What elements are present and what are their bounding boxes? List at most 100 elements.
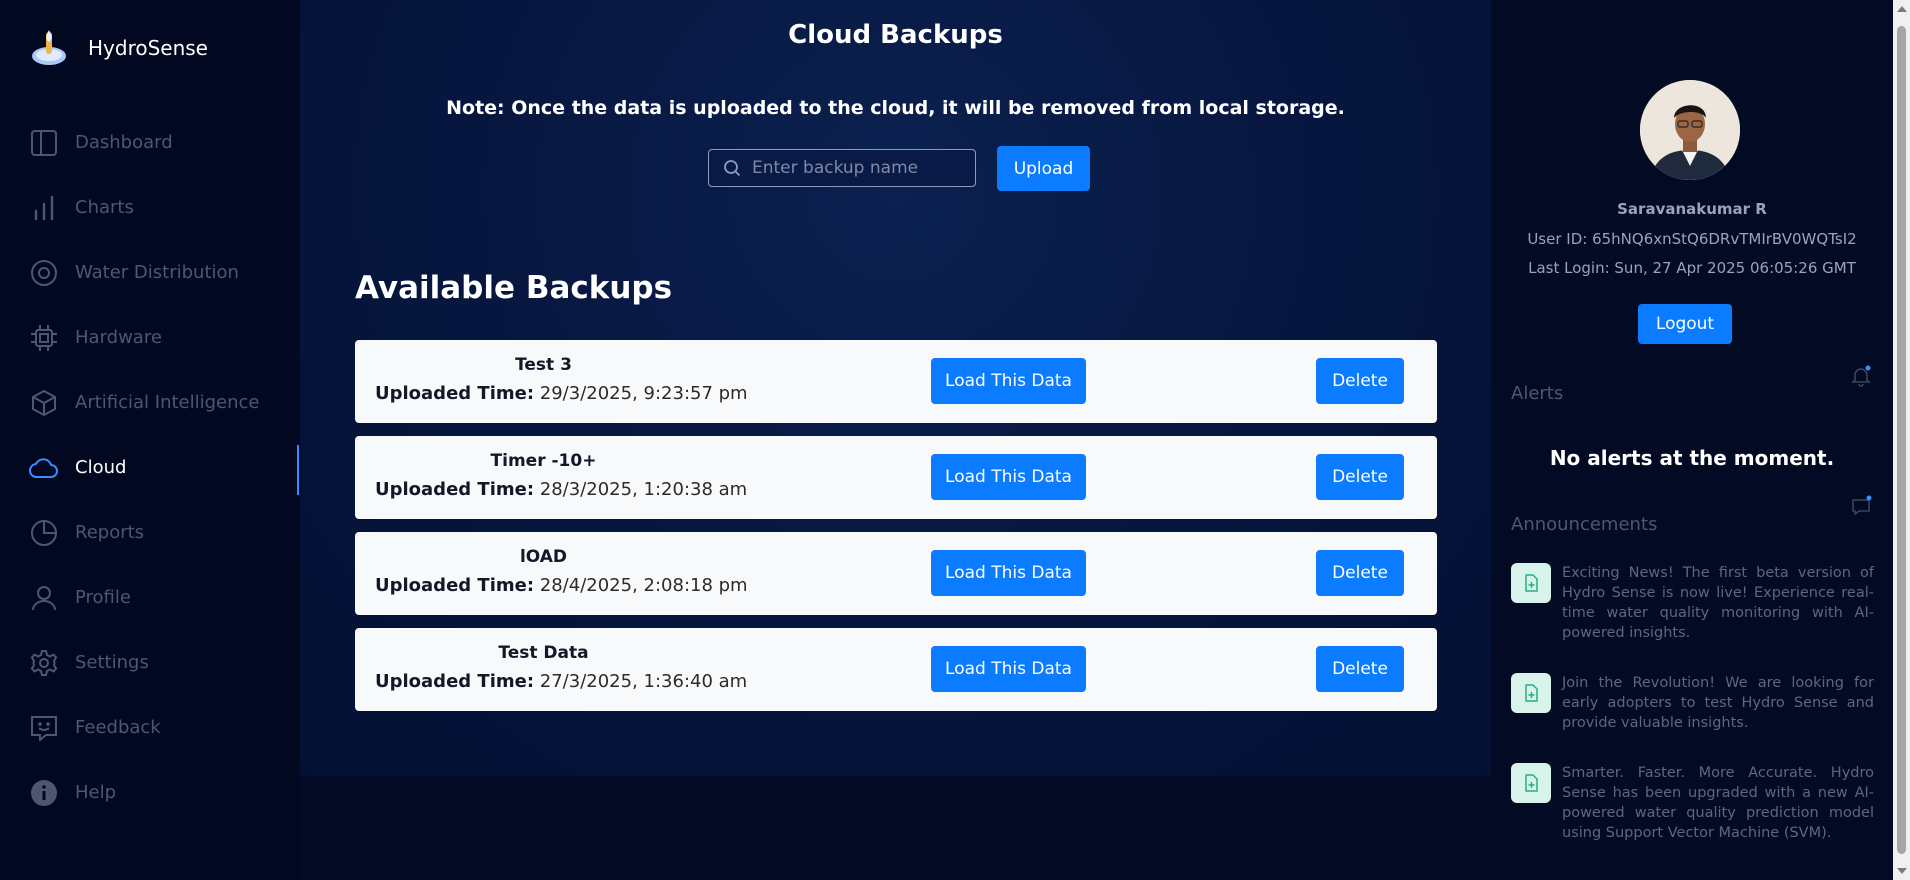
sidebar-item-label: Settings: [75, 652, 149, 673]
announcement-item: Exciting News! The first beta version of…: [1511, 563, 1874, 663]
upload-button[interactable]: Upload: [997, 146, 1090, 191]
sidebar-item-label: Water Distribution: [75, 262, 239, 283]
sidebar-item-label: Artificial Intelligence: [75, 392, 260, 413]
uploaded-time-value: 28/3/2025, 1:20:38 am: [539, 479, 748, 500]
delete-button[interactable]: Delete: [1316, 550, 1404, 596]
sidebar-item-label: Reports: [75, 522, 145, 543]
sidebar-item-label: Feedback: [75, 717, 161, 738]
sidebar-item-feedback[interactable]: Feedback: [0, 695, 299, 760]
alerts-title: Alerts: [1511, 383, 1564, 404]
search-icon: [724, 160, 741, 177]
announcement-text: Smarter. Faster. More Accurate. Hydro Se…: [1562, 765, 1874, 841]
backup-uploaded-time: Uploaded Time: 28/4/2025, 2:08:18 pm: [375, 575, 748, 596]
load-data-button[interactable]: Load This Data: [931, 358, 1086, 404]
backup-card: Test Data Uploaded Time: 27/3/2025, 1:36…: [355, 628, 1437, 711]
announcement-text: Join the Revolution! We are looking for …: [1562, 675, 1874, 731]
avatar[interactable]: [1640, 80, 1740, 180]
hydrosense-logo-icon: [32, 30, 66, 65]
sidebar-item-label: Hardware: [75, 327, 162, 348]
backup-card: lOAD Uploaded Time: 28/4/2025, 2:08:18 p…: [355, 532, 1437, 615]
announcements-list: Exciting News! The first beta version of…: [1511, 563, 1874, 853]
target-icon: [29, 258, 59, 288]
sidebar: HydroSense Dashboard Charts Water Distri…: [0, 0, 299, 880]
cloud-note: Note: Once the data is uploaded to the c…: [446, 97, 1345, 119]
user-id: User ID: 65hNQ6xnStQ6DRvTMIrBV0WQTsI2: [1527, 230, 1857, 248]
sidebar-item-charts[interactable]: Charts: [0, 175, 299, 240]
backup-card: Timer -10+ Uploaded Time: 28/3/2025, 1:2…: [355, 436, 1437, 519]
cube-icon: [29, 388, 59, 418]
announcement-item: Join the Revolution! We are looking for …: [1511, 673, 1874, 753]
sidebar-item-label: Help: [75, 782, 117, 803]
app-name: HydroSense: [88, 36, 208, 60]
backup-name: Test Data: [498, 643, 589, 663]
sidebar-item-help[interactable]: Help: [0, 760, 299, 825]
sidebar-item-artificial-intelligence[interactable]: Artificial Intelligence: [0, 370, 299, 435]
uploaded-time-label: Uploaded Time:: [375, 479, 535, 500]
announcements-title: Announcements: [1511, 514, 1658, 535]
sidebar-item-cloud[interactable]: Cloud: [0, 435, 299, 500]
scroll-down-arrow-icon[interactable]: [1897, 868, 1907, 874]
info-icon: [29, 778, 59, 808]
sidebar-item-hardware[interactable]: Hardware: [0, 305, 299, 370]
user-name: Saravanakumar R: [1617, 200, 1767, 218]
backup-name: lOAD: [519, 547, 568, 567]
feedback-icon: [29, 713, 59, 743]
document-plus-icon: [1511, 563, 1551, 603]
delete-button[interactable]: Delete: [1316, 358, 1404, 404]
load-data-button[interactable]: Load This Data: [931, 550, 1086, 596]
pie-chart-icon: [29, 518, 59, 548]
bar-chart-icon: [29, 193, 59, 223]
delete-button[interactable]: Delete: [1316, 454, 1404, 500]
sidebar-item-dashboard[interactable]: Dashboard: [0, 110, 299, 175]
bell-icon[interactable]: [1850, 365, 1872, 387]
announcement-item: Smarter. Faster. More Accurate. Hydro Se…: [1511, 763, 1874, 843]
sidebar-item-water-distribution[interactable]: Water Distribution: [0, 240, 299, 305]
uploaded-time-label: Uploaded Time:: [375, 383, 535, 404]
uploaded-time-label: Uploaded Time:: [375, 575, 535, 596]
scroll-thumb[interactable]: [1897, 26, 1906, 854]
logout-button[interactable]: Logout: [1638, 304, 1732, 344]
dashboard-icon: [29, 128, 59, 158]
main-content: Cloud Backups Note: Once the data is upl…: [300, 0, 1491, 776]
gear-icon: [29, 648, 59, 678]
backup-uploaded-time: Uploaded Time: 29/3/2025, 9:23:57 pm: [375, 383, 748, 404]
backup-name: Timer -10+: [490, 451, 597, 471]
no-alerts-message: No alerts at the moment.: [1549, 446, 1835, 470]
page-scrollbar[interactable]: [1893, 0, 1910, 880]
cpu-chip-icon: [29, 323, 59, 353]
sidebar-item-reports[interactable]: Reports: [0, 500, 299, 565]
load-data-button[interactable]: Load This Data: [931, 646, 1086, 692]
sidebar-item-settings[interactable]: Settings: [0, 630, 299, 695]
document-plus-icon: [1511, 763, 1551, 803]
last-login: Last Login: Sun, 27 Apr 2025 06:05:26 GM…: [1528, 259, 1856, 277]
uploaded-time-label: Uploaded Time:: [375, 671, 535, 692]
backup-name-field[interactable]: [708, 149, 976, 187]
scroll-up-arrow-icon[interactable]: [1897, 6, 1907, 12]
backup-name: Test 3: [515, 355, 572, 375]
profile-panel: Saravanakumar R User ID: 65hNQ6xnStQ6DRv…: [1491, 0, 1893, 880]
user-icon: [29, 583, 59, 613]
chat-icon[interactable]: [1850, 495, 1872, 517]
announcement-text: Exciting News! The first beta version of…: [1562, 565, 1874, 641]
uploaded-time-value: 28/4/2025, 2:08:18 pm: [539, 575, 748, 596]
backup-card: Test 3 Uploaded Time: 29/3/2025, 9:23:57…: [355, 340, 1437, 423]
sidebar-nav: Dashboard Charts Water Distribution Hard…: [0, 110, 299, 825]
backup-list: Test 3 Uploaded Time: 29/3/2025, 9:23:57…: [355, 340, 1437, 724]
available-backups-title: Available Backups: [355, 270, 673, 306]
uploaded-time-value: 27/3/2025, 1:36:40 am: [539, 671, 748, 692]
sidebar-item-profile[interactable]: Profile: [0, 565, 299, 630]
sidebar-item-label: Dashboard: [75, 132, 173, 153]
backup-name-input[interactable]: [750, 157, 974, 179]
sidebar-item-label: Profile: [75, 587, 131, 608]
delete-button[interactable]: Delete: [1316, 646, 1404, 692]
backup-uploaded-time: Uploaded Time: 28/3/2025, 1:20:38 am: [375, 479, 747, 500]
sidebar-item-label: Cloud: [75, 457, 127, 478]
brand[interactable]: HydroSense: [29, 28, 208, 68]
cloud-icon: [29, 453, 59, 483]
document-plus-icon: [1511, 673, 1551, 713]
sidebar-item-label: Charts: [75, 197, 134, 218]
load-data-button[interactable]: Load This Data: [931, 454, 1086, 500]
uploaded-time-value: 29/3/2025, 9:23:57 pm: [539, 383, 748, 404]
page-title: Cloud Backups: [788, 20, 1003, 50]
user-avatar-icon: [1640, 80, 1740, 180]
